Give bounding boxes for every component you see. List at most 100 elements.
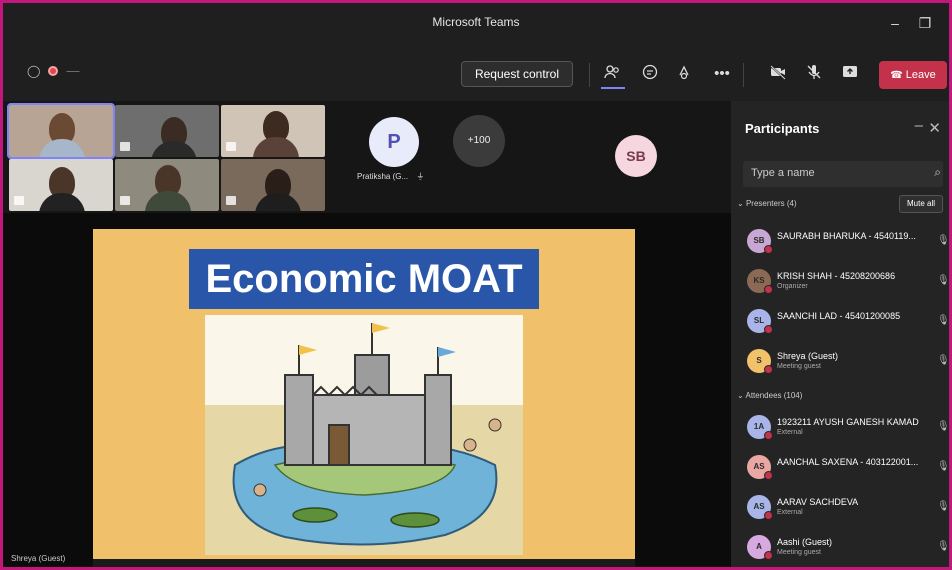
presence-badge: [764, 325, 773, 334]
video-tile[interactable]: [9, 159, 113, 211]
attendees-section-header[interactable]: ⌄ Attendees (104): [737, 391, 802, 400]
participant-row[interactable]: S Shreya (Guest) Meeting guest 🎙: [747, 347, 949, 379]
presence-badge: [764, 285, 773, 294]
meeting-toolbar: ◯ — Request control ••• ☎ Leave: [3, 43, 949, 101]
toolbar-divider: [589, 63, 590, 87]
toolbar-divider: [743, 63, 744, 87]
participant-role: Meeting guest: [777, 363, 821, 370]
presence-badge: [764, 511, 773, 520]
person-body: [151, 141, 197, 157]
mic-muted-icon: [120, 142, 130, 151]
chevron-down-icon: ⌄: [737, 391, 744, 400]
teams-window: Microsoft Teams – ❐ ◯ — Request control …: [3, 3, 949, 567]
title-bar: Microsoft Teams – ❐: [3, 3, 949, 43]
participant-name: Pratiksha (G... ⏚: [357, 171, 424, 182]
avatar: A: [747, 535, 773, 560]
person-body: [253, 137, 299, 157]
presenter-label: Shreya (Guest): [11, 554, 66, 563]
participant-row[interactable]: 1A 1923211 AYUSH GANESH KAMAD External 🎙: [747, 413, 949, 445]
participant-name: 1923211 AYUSH GANESH KAMAD: [777, 417, 919, 427]
mic-muted-icon[interactable]: 🎙: [937, 421, 949, 432]
avatar-initials: SL: [753, 316, 765, 325]
active-tab-indicator: [601, 87, 625, 89]
camera-off-icon[interactable]: [767, 63, 789, 85]
leave-label: Leave: [905, 69, 936, 81]
shield-icon: ◯: [27, 63, 41, 78]
presentation-slide: Economic MOAT: [93, 229, 635, 561]
share-screen-icon[interactable]: [839, 63, 861, 85]
more-options-icon[interactable]: •••: [711, 63, 733, 85]
avatar: SL: [747, 309, 773, 334]
reactions-icon[interactable]: [673, 63, 695, 85]
participant-role: Organizer: [777, 283, 808, 290]
video-tile[interactable]: [221, 105, 325, 157]
leave-button[interactable]: ☎ Leave: [879, 61, 947, 89]
shared-screen-stage: Economic MOAT Shreya (Guest): [3, 213, 731, 567]
person-body: [145, 191, 191, 211]
participant-row[interactable]: A Aashi (Guest) Meeting guest 🎙: [747, 533, 949, 565]
participant-search-input[interactable]: Type a name: [743, 161, 943, 187]
participant-row[interactable]: AS AANCHAL SAXENA - 403122001... 🎙: [747, 453, 949, 485]
mic-muted-icon[interactable]: 🎙: [937, 541, 949, 552]
more-participants-button[interactable]: +100: [453, 115, 505, 167]
presenters-section-header[interactable]: ⌄ Presenters (4): [737, 199, 797, 208]
avatar-initials: SB: [753, 236, 765, 245]
avatar: 1A: [747, 415, 773, 440]
mic-muted-icon[interactable]: 🎙: [937, 501, 949, 512]
video-tile[interactable]: [115, 105, 219, 157]
avatar-initials: KS: [753, 276, 765, 285]
presence-badge: [764, 551, 773, 560]
participant-role: External: [777, 429, 803, 436]
participant-row[interactable]: KS KRISH SHAH - 45208200686 Organizer 🎙: [747, 267, 949, 299]
video-tile[interactable]: [7, 103, 115, 159]
participant-video-strip: P Pratiksha (G... ⏚ +100 SB: [3, 101, 731, 213]
avatar: SB: [747, 229, 773, 254]
close-icon[interactable]: ✕: [928, 119, 941, 137]
participant-name: AANCHAL SAXENA - 403122001...: [777, 457, 919, 467]
avatar-initials: A: [756, 542, 762, 551]
people-icon[interactable]: [601, 63, 623, 85]
avatar-initials: AS: [753, 502, 765, 511]
presence-badge: [764, 365, 773, 374]
mic-muted-icon[interactable]: 🎙: [937, 235, 949, 246]
video-tile[interactable]: [221, 159, 325, 211]
chat-icon[interactable]: [639, 63, 661, 85]
mic-muted-icon[interactable]: 🎙: [937, 461, 949, 472]
participant-row[interactable]: SB SAURABH BHARUKA - 4540119... 🎙: [747, 227, 949, 259]
avatar[interactable]: SB: [615, 135, 657, 177]
participant-name: Aashi (Guest): [777, 537, 833, 547]
participant-name: KRISH SHAH - 45208200686: [777, 271, 896, 281]
participant-row[interactable]: AS AARAV SACHDEVA External 🎙: [747, 493, 949, 525]
presentation-controls-bar[interactable]: [93, 559, 635, 567]
recording-icon: [48, 65, 59, 76]
mute-all-button[interactable]: Mute all: [899, 195, 943, 213]
window-title: Microsoft Teams: [432, 15, 520, 29]
mic-muted-icon[interactable]: 🎙: [937, 275, 949, 286]
avatar-initials: 1A: [753, 422, 765, 431]
attendees-header-label: Attendees (104): [745, 391, 803, 400]
participant-name: Shreya (Guest): [777, 351, 839, 361]
participant-role: Meeting guest: [777, 549, 821, 556]
restore-icon[interactable]: ❐: [913, 11, 937, 35]
phone-icon: ☎: [890, 70, 903, 81]
meeting-status: ◯ —: [27, 63, 79, 78]
participant-name: AARAV SACHDEVA: [777, 497, 859, 507]
mic-muted-icon: [226, 142, 236, 151]
avatar-initials: AS: [753, 462, 765, 471]
presenters-header-label: Presenters (4): [745, 199, 797, 208]
video-tile[interactable]: [115, 159, 219, 211]
avatar[interactable]: P: [369, 117, 419, 167]
minimize-icon[interactable]: –: [883, 11, 907, 35]
chevron-down-icon: ⌄: [737, 199, 744, 208]
participant-row[interactable]: SL SAANCHI LAD - 45401200085 🎙: [747, 307, 949, 339]
castle-moat-illustration: [205, 315, 523, 555]
minimize-panel-icon[interactable]: –: [915, 117, 923, 134]
mic-off-icon[interactable]: [803, 63, 825, 85]
search-icon[interactable]: ⌕: [934, 165, 941, 180]
person-body: [255, 193, 301, 211]
avatar: KS: [747, 269, 773, 294]
mic-muted-icon[interactable]: 🎙: [937, 355, 949, 366]
presence-badge: [764, 471, 773, 480]
mic-muted-icon[interactable]: 🎙: [937, 315, 949, 326]
request-control-button[interactable]: Request control: [461, 61, 573, 87]
